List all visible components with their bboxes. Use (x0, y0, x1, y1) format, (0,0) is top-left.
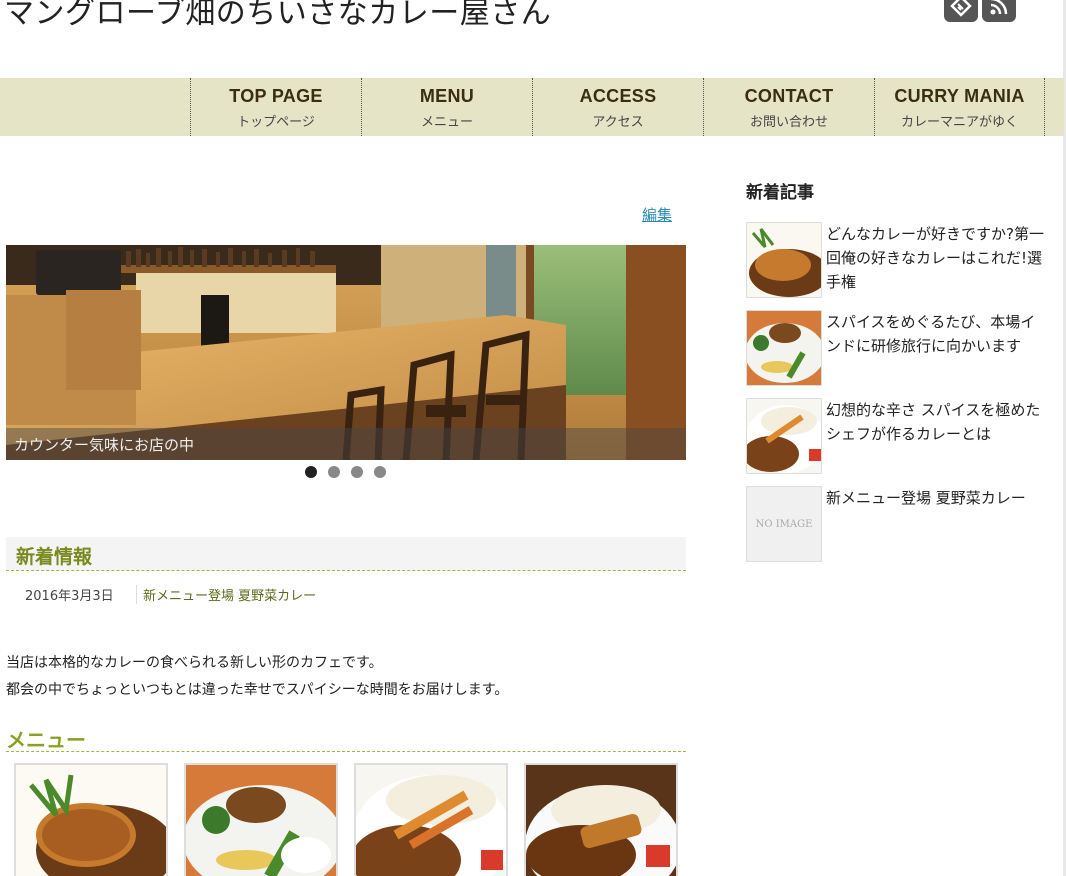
nav-label-jp: カレーマニアがゆく (900, 115, 1018, 130)
feedly-icon[interactable] (944, 0, 978, 22)
rss-icon[interactable] (982, 0, 1016, 22)
nav-label-jp: お問い合わせ (749, 115, 828, 130)
news-heading: 新着情報 (16, 546, 93, 568)
nav-label-jp: メニュー (420, 115, 473, 130)
nav-label-jp: アクセス (592, 115, 644, 130)
global-nav: TOP PAGE トップページ MENU メニュー ACCESS アクセス CO… (0, 78, 1064, 136)
slider-dot-1[interactable] (305, 466, 317, 478)
no-image-placeholder: NO IMAGE (746, 486, 822, 562)
sidebar-heading: 新着記事 (746, 183, 814, 203)
nav-contact[interactable]: CONTACT お問い合わせ (703, 78, 874, 136)
intro-line-2: 都会の中でちょっといつもとは違った幸せでスパイシーな時間をお届けします。 (6, 682, 509, 698)
nav-top-page[interactable]: TOP PAGE トップページ (190, 78, 361, 136)
nav-curry-mania[interactable]: CURRY MANIA カレーマニアがゆく (874, 78, 1045, 136)
nav-access[interactable]: ACCESS アクセス (532, 78, 703, 136)
slide-caption: カウンター気味にお店の中 (14, 436, 195, 454)
slider-dot-2[interactable] (328, 466, 340, 478)
sidebar-article-thumb (746, 310, 822, 386)
menu-heading: メニュー (6, 728, 86, 752)
slider-pagination (305, 466, 386, 478)
slide-caption-bar: カウンター気味にお店の中 (6, 428, 686, 460)
social-links (944, 0, 1016, 22)
nav-label-jp: トップページ (237, 115, 315, 130)
sidebar-article-title[interactable]: 幻想的な辛さ スパイスを極めたシェフが作るカレーとは (826, 398, 1046, 446)
sidebar-article-title[interactable]: どんなカレーが好きですか?第一回俺の好きなカレーはこれだ!選手権 (826, 222, 1046, 294)
nav-label-en: ACCESS (579, 86, 657, 106)
nav-menu[interactable]: MENU メニュー (361, 78, 532, 136)
sidebar-article-title[interactable]: 新メニュー登場 夏野菜カレー (826, 486, 1046, 510)
nav-label-en: CURRY MANIA (894, 86, 1025, 106)
nav-label-en: CONTACT (744, 86, 834, 106)
menu-thumb-vegetable-curry[interactable] (184, 763, 338, 876)
menu-thumb-shrimp-curry[interactable] (354, 763, 508, 876)
intro-line-1: 当店は本格的なカレーの食べられる新しい形のカフェです。 (6, 655, 383, 671)
news-date: 2016年3月3日 (25, 589, 114, 604)
menu-thumb-cutlet-curry[interactable] (14, 763, 168, 876)
site-title[interactable]: マングローブ畑のちいさなカレー屋さん (4, 0, 551, 32)
slider-dot-4[interactable] (374, 466, 386, 478)
nav-label-en: MENU (419, 86, 475, 106)
news-heading-bar: 新着情報 (6, 537, 686, 571)
sidebar-article-thumb (746, 398, 822, 474)
menu-thumb-katsu-curry[interactable] (524, 763, 678, 876)
sidebar-article-thumb: NO IMAGE (746, 486, 822, 562)
sidebar-article-title[interactable]: スパイスをめぐるたび、本場インドに研修旅行に向かいます (826, 310, 1046, 358)
intro-text: 当店は本格的なカレーの食べられる新しい形のカフェです。 都会の中でちょっといつも… (6, 650, 508, 704)
menu-heading-bar: メニュー (6, 724, 686, 752)
hero-slider[interactable]: カウンター気味にお店の中 (6, 245, 686, 460)
news-link[interactable]: 新メニュー登場 夏野菜カレー (136, 585, 316, 604)
sidebar-article-thumb (746, 222, 822, 298)
slider-dot-3[interactable] (351, 466, 363, 478)
nav-label-en: TOP PAGE (229, 86, 323, 106)
edit-link[interactable]: 編集 (642, 204, 672, 225)
